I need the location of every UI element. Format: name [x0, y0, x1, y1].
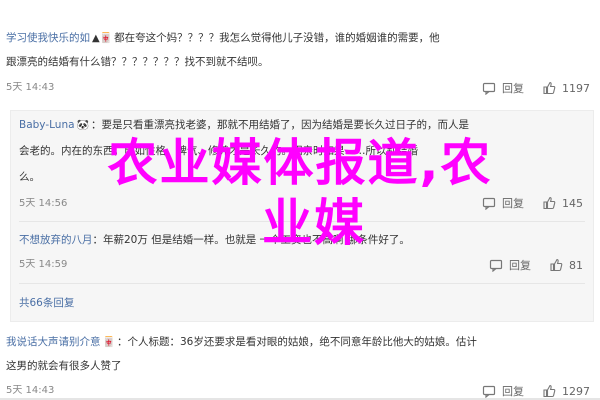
thumbs-up-icon: [550, 258, 563, 272]
thumbs-up-icon: [543, 384, 556, 398]
like-button[interactable]: 81: [549, 258, 583, 272]
reply-icon: [482, 385, 496, 398]
comment-time: 5天 14:43: [6, 385, 55, 396]
reply-actions: 回复 81: [489, 257, 583, 273]
user-badge-icon: ▲🀄: [92, 33, 113, 44]
reply-label: 回复: [509, 259, 531, 272]
reply-icon: [489, 259, 503, 272]
reply-text-line: 么。: [19, 171, 40, 183]
reply-button[interactable]: 回复: [489, 257, 531, 273]
more-replies-link[interactable]: 共66条回复: [19, 295, 74, 310]
comment-actions: 回复 1297: [482, 383, 590, 399]
reply-username[interactable]: 不想放弃的八月: [19, 234, 93, 246]
reply-actions: 回复 145: [482, 195, 583, 211]
reply-label: 回复: [502, 197, 524, 210]
reply-button[interactable]: 回复: [482, 195, 524, 211]
reply-text-line: 不想放弃的八月：年薪20万 但是结婚一样。也就是 一个工资也不高啊 哪条件好了。: [19, 232, 585, 248]
reply-username[interactable]: Baby-Luna: [19, 119, 75, 131]
like-count: 145: [562, 196, 583, 210]
reply-button[interactable]: 回复: [482, 80, 524, 96]
comment-time: 5天 14:43: [6, 82, 55, 93]
comment-username[interactable]: 学习使我快乐的如: [6, 32, 90, 44]
thumbs-up-icon: [543, 81, 556, 95]
user-badge-icon: 🀄: [102, 337, 115, 348]
reply-text: ：年薪20万 但是结婚一样。也就是 一个工资也不高啊 哪条件好了。: [92, 234, 410, 246]
reply-time: 5天 14:59: [19, 259, 68, 270]
comment-text-line: 学习使我快乐的如 ▲🀄 都在夸这个妈？？？？我怎么觉得他儿子没错，谁的婚姻谁的需要，…: [6, 30, 592, 47]
comment-1: 学习使我快乐的如 ▲🀄 都在夸这个妈？？？？我怎么觉得他儿子没错，谁的婚姻谁的需要，…: [0, 0, 600, 104]
comment-text-line: 这男的就会有很多人赞了: [6, 360, 122, 372]
reply-text: ：要是只看重漂亮找老婆，那就不用结婚了，因为结婚是要长久过日子的，而人是: [90, 119, 469, 131]
like-count: 81: [569, 258, 583, 272]
comment-text: 都在夸这个妈？？？？我怎么觉得他儿子没错，谁的婚姻谁的需要，他: [114, 32, 440, 44]
reply-icon: [482, 82, 496, 95]
comment-text: ：个人标题：36岁还要求是看对眼的姑娘，绝不同意年龄比他大的姑娘。估计: [116, 336, 477, 348]
like-button[interactable]: 145: [542, 196, 583, 210]
like-count: 1297: [562, 384, 590, 398]
comment-username[interactable]: 我说话大声请别介意: [6, 336, 101, 348]
reply-label: 回复: [502, 82, 524, 95]
reply-time: 5天 14:56: [19, 198, 68, 209]
comment-text-line: 我说话大声请别介意 🀄 ：个人标题：36岁还要求是看对眼的姑娘，绝不同意年龄比他大的…: [6, 334, 592, 351]
comment-4: 我说话大声请别介意 🀄 ：个人标题：36岁还要求是看对眼的姑娘，绝不同意年龄比他大的…: [0, 326, 600, 400]
reply-button[interactable]: 回复: [482, 383, 524, 399]
divider: [19, 283, 585, 284]
reply-label: 回复: [502, 385, 524, 398]
panda-badge-icon: 🐼: [76, 120, 89, 131]
divider: [19, 221, 585, 222]
reply-text-line: 会老的。内在的东西，比如性格、脾气、修养才是长久的。相亲时如果……所以别结婚: [19, 145, 418, 157]
like-button[interactable]: 1197: [542, 81, 590, 95]
thumbs-up-icon: [543, 196, 556, 210]
nested-replies: Baby-Luna 🐼 ：要是只看重漂亮找老婆，那就不用结婚了，因为结婚是要长久过日…: [10, 110, 594, 322]
like-count: 1197: [562, 81, 590, 95]
reply-icon: [482, 197, 496, 210]
comment-text-line: 跟漂亮的结婚有什么错？？？？？？？找不到就不结呗。: [6, 56, 269, 68]
comment-actions: 回复 1197: [482, 80, 590, 96]
like-button[interactable]: 1297: [542, 384, 590, 398]
reply-text-line: Baby-Luna 🐼 ：要是只看重漂亮找老婆，那就不用结婚了，因为结婚是要长久过日…: [19, 117, 585, 134]
